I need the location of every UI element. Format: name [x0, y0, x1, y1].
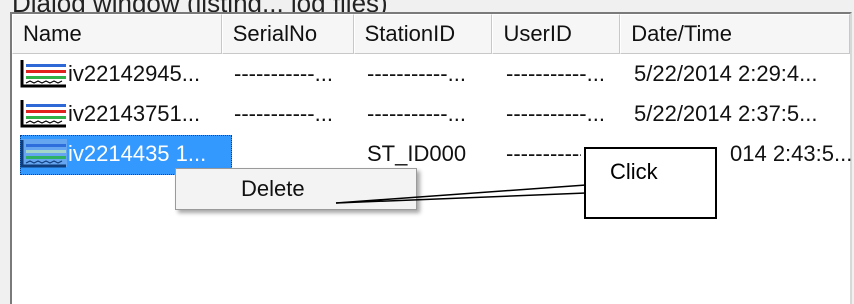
- row-stationid: -----------...: [367, 61, 466, 86]
- row-userid: -----------...: [506, 101, 605, 126]
- log-file-list[interactable]: Name SerialNo StationID UserID Date/Time…: [10, 12, 852, 304]
- table-row[interactable]: iv22143751... -----------... -----------…: [12, 94, 850, 134]
- row-userid: -----------...: [506, 61, 605, 86]
- list-header: Name SerialNo StationID UserID Date/Time: [12, 14, 850, 54]
- context-menu-delete[interactable]: Delete: [177, 170, 415, 208]
- chart-file-icon: [20, 139, 67, 168]
- column-header-serialno[interactable]: SerialNo: [221, 14, 354, 54]
- row-datetime: 5/22/2014 2:29:4...: [634, 61, 818, 86]
- row-stationid: -----------...: [367, 101, 466, 126]
- row-name: iv22142945...: [68, 61, 201, 86]
- column-header-userid[interactable]: UserID: [492, 14, 621, 54]
- column-header-stationid[interactable]: StationID: [353, 14, 493, 54]
- chart-file-icon: [20, 59, 67, 88]
- row-datetime: 014 2:43:5...: [730, 141, 853, 166]
- row-datetime: 5/22/2014 2:37:5...: [634, 101, 818, 126]
- chart-file-icon: [20, 99, 67, 128]
- row-userid: -----------: [506, 141, 581, 166]
- row-name: iv22143751...: [68, 101, 201, 126]
- column-header-datetime[interactable]: Date/Time: [620, 14, 850, 54]
- context-menu: Delete: [175, 168, 417, 210]
- row-serialno: -----------...: [234, 101, 333, 126]
- callout-label: Click: [610, 159, 658, 184]
- click-callout: Click: [584, 147, 717, 219]
- column-header-name[interactable]: Name: [12, 14, 222, 54]
- table-row-selected[interactable]: iv2214435 1... ST_ID000 ----------- 014 …: [12, 134, 853, 175]
- row-serialno: -----------...: [234, 61, 333, 86]
- table-row[interactable]: iv22142945... -----------... -----------…: [12, 54, 850, 94]
